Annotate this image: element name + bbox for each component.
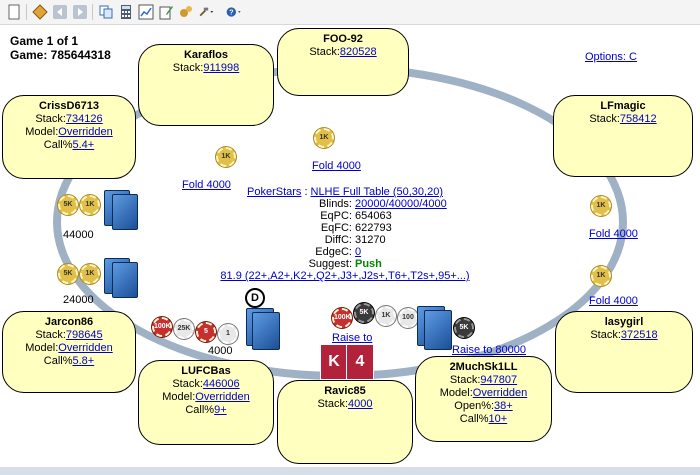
edit-icon[interactable] [158, 4, 174, 20]
raise-action-hero[interactable]: Raise to [332, 332, 372, 344]
eqpc-value: 654063 [355, 210, 392, 222]
chip-1k: 1K [591, 266, 611, 286]
svg-text:?: ? [229, 8, 234, 17]
suggest-value: Push [355, 258, 382, 270]
chip-1k: 1K [591, 196, 611, 216]
dealer-button: D [245, 288, 265, 308]
call-pct-link[interactable]: 5.8+ [73, 355, 95, 367]
seat-lasygirl: lasygirl Stack:372518 [555, 311, 693, 393]
separator-text: : [304, 186, 308, 198]
stack-link[interactable]: 4000 [348, 398, 372, 410]
page-icon[interactable] [6, 4, 22, 20]
chip-5k: 5K [454, 318, 474, 338]
model-link[interactable]: Overridden [195, 391, 249, 403]
edgec-link[interactable]: 0 [355, 246, 361, 258]
settings-icon[interactable] [32, 4, 48, 20]
game-id: Game: 785644318 [10, 48, 111, 62]
seat-karaflos: Karaflos Stack:911998 [138, 44, 274, 126]
toolbar-separator [26, 4, 27, 20]
card-back [252, 312, 280, 350]
stack-link[interactable]: 820528 [340, 46, 377, 58]
options-link[interactable]: Options: C [585, 51, 637, 63]
hero-card-four: 4 [346, 344, 374, 380]
chart-icon[interactable] [138, 4, 154, 20]
seat-lufcbas: LUFCBas Stack:446006 Model:Overridden Ca… [138, 360, 274, 445]
seat-jarcon86: Jarcon86 Stack:798645 Model:Overridden C… [2, 311, 136, 393]
chip-5k: 5K [58, 264, 78, 284]
chip-100k: 100K [152, 317, 172, 337]
seat-ravic85-hero: Ravic85 Stack:4000 [277, 380, 413, 464]
chip-1k: 1K [80, 195, 100, 215]
fold-action-lfmagic[interactable]: Fold 4000 [589, 228, 638, 240]
stack-link[interactable]: 446006 [203, 378, 240, 390]
gears-icon[interactable] [178, 4, 194, 20]
call-pct-link[interactable]: 10+ [489, 413, 508, 425]
chip-5k: 5K [354, 303, 374, 323]
card-back [112, 262, 138, 298]
card-back [424, 310, 452, 350]
toolbar-separator [92, 4, 93, 20]
chip-5k: 5K [58, 195, 78, 215]
fold-action-foo[interactable]: Fold 4000 [312, 160, 361, 172]
chip-1k: 1K [80, 264, 100, 284]
stack-link[interactable]: 372518 [621, 329, 658, 341]
chip-25k: 25K [174, 319, 194, 339]
eqfc-value: 622793 [355, 222, 392, 234]
chip-100k: 100K [332, 308, 352, 328]
hero-card-king: K [320, 344, 348, 380]
seat-crissd6713: CrissD6713 Stack:734126 Model:Overridden… [2, 95, 136, 179]
seat-2muchsk1ll: 2MuchSk1LL Stack:947807 Model:Overridden… [415, 356, 552, 442]
stack-link[interactable]: 734126 [66, 113, 103, 125]
chip-1: 1 [218, 324, 238, 344]
diffc-value: 31270 [355, 234, 386, 246]
copy-icon[interactable] [98, 4, 114, 20]
chip-1k: 1K [376, 306, 396, 326]
model-link[interactable]: Overridden [473, 387, 527, 399]
open-pct-link[interactable]: 38+ [494, 400, 513, 412]
stack-link[interactable]: 947807 [480, 374, 517, 386]
forward-icon[interactable] [72, 4, 88, 20]
back-icon[interactable] [52, 4, 68, 20]
seat-lfmagic: LFmagic Stack:758412 [553, 95, 693, 177]
stack-link[interactable]: 758412 [620, 113, 657, 125]
toolbar: ? [0, 0, 700, 25]
call-pct-link[interactable]: 5.4+ [73, 139, 95, 151]
model-link[interactable]: Overridden [58, 126, 112, 138]
bet-amount-jarcon: 24000 [63, 294, 94, 306]
table-type-link[interactable]: NLHE Full Table (50,30,20) [311, 186, 443, 198]
seat-foo-92: FOO-92 Stack:820528 [277, 28, 409, 96]
range-link[interactable]: 81.9 (22+,A2+,K2+,Q2+,J3+,J2s+,T6+,T2s+,… [220, 270, 469, 282]
bet-amount-criss: 44000 [63, 229, 94, 241]
hand-info-panel: PokerStars : NLHE Full Table (50,30,20) … [220, 186, 470, 282]
raise-action-2much[interactable]: Raise to 80000 [452, 344, 526, 356]
help-icon[interactable]: ? [226, 4, 250, 20]
call-pct-link[interactable]: 9+ [214, 404, 227, 416]
stack-link[interactable]: 911998 [203, 62, 239, 74]
chip-1k: 1K [314, 128, 334, 148]
tools-icon[interactable] [198, 4, 220, 20]
bet-amount-lufc: 4000 [208, 345, 233, 357]
site-link[interactable]: PokerStars [247, 186, 301, 198]
calculator-icon[interactable] [118, 4, 134, 20]
blinds-link[interactable]: 20000/40000/4000 [355, 198, 447, 210]
fold-action-lasygirl[interactable]: Fold 4000 [589, 295, 638, 307]
model-link[interactable]: Overridden [58, 342, 112, 354]
card-back [112, 194, 138, 230]
chip-5: 5 [196, 322, 216, 342]
status-bar [0, 467, 700, 475]
game-counter: Game 1 of 1 [10, 34, 79, 48]
chip-100: 100 [398, 308, 418, 328]
stack-link[interactable]: 798645 [66, 329, 103, 341]
chip-1k: 1K [216, 147, 236, 167]
